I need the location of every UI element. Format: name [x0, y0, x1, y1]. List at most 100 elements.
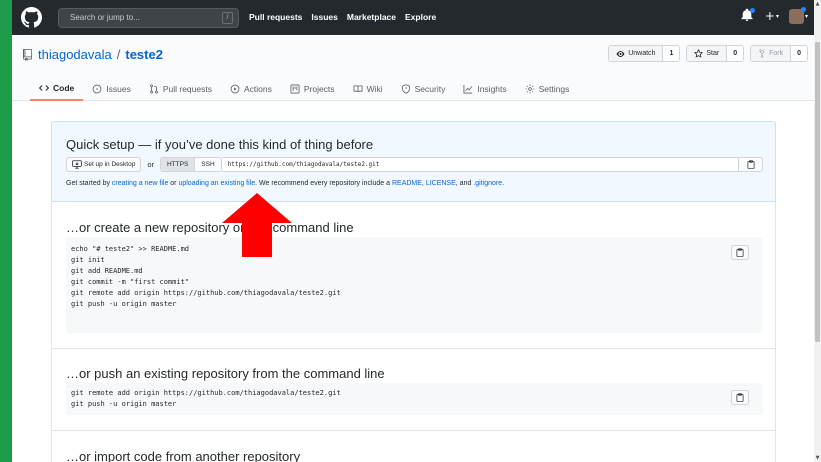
notifications-bell-icon[interactable] [741, 8, 755, 24]
tab-pull-requests-label: Pull requests [162, 84, 212, 94]
create-repo-section: …or create a new repository on the comma… [51, 202, 776, 349]
chevron-down-icon: ▾ [804, 12, 808, 20]
tab-code[interactable]: Code [30, 77, 84, 101]
fork-icon [759, 49, 765, 58]
tab-issues[interactable]: Issues [83, 77, 140, 101]
create-repo-title: …or create a new repository on the comma… [66, 220, 354, 235]
or-text: or [147, 159, 154, 169]
tab-actions[interactable]: Actions [221, 77, 281, 101]
code-line: echo "# teste2" >> README.md [71, 245, 190, 253]
tab-insights[interactable]: Insights [454, 77, 515, 101]
create-new-menu[interactable]: + ▾ [765, 9, 779, 23]
watch-count[interactable]: 1 [663, 46, 680, 61]
nav-pull-requests[interactable]: Pull requests [249, 12, 302, 22]
uploading-existing-file-link[interactable]: uploading an existing file [178, 180, 255, 187]
desktop-icon [72, 159, 82, 169]
eye-icon [616, 50, 625, 57]
notification-dot [749, 8, 755, 13]
tab-insights-label: Insights [477, 84, 507, 94]
graph-icon [463, 84, 473, 94]
tab-security[interactable]: Security [392, 77, 455, 101]
create-repo-code-block: echo "# teste2" >> README.md git init gi… [66, 237, 763, 333]
star-count[interactable]: 0 [727, 46, 744, 61]
fork-label: Fork [769, 50, 784, 57]
quick-setup-title: Quick setup — if you’ve done this kind o… [66, 137, 374, 152]
tab-projects-label: Projects [303, 84, 335, 94]
quick-setup-panel: Quick setup — if you’ve done this kind o… [51, 121, 776, 202]
push-existing-commands[interactable]: git remote add origin https://github.com… [71, 388, 341, 410]
code-line: git commit -m "first commit" [71, 278, 190, 286]
tab-code-label: Code [53, 83, 75, 93]
tab-actions-label: Actions [243, 84, 272, 94]
import-section: …or import code from another repository [51, 431, 776, 462]
unwatch-button[interactable]: Unwatch [609, 46, 664, 61]
tab-projects[interactable]: Projects [281, 77, 344, 101]
readme-link[interactable]: README [392, 180, 422, 187]
nav-marketplace[interactable]: Marketplace [347, 12, 396, 22]
scroll-up-icon[interactable]: ▲ [814, 1, 821, 7]
gear-icon [525, 84, 535, 94]
fork-button[interactable]: Fork [751, 46, 792, 61]
license-link[interactable]: LICENSE [426, 180, 456, 187]
repository-header: thiagodavala / teste2 Unwatch 1 Star 0 F… [12, 35, 814, 101]
https-toggle[interactable]: HTTPS [160, 157, 196, 171]
help-text-6: . [502, 180, 505, 187]
search-shortcut-key: / [222, 12, 233, 24]
copy-push-commands-button[interactable] [731, 390, 749, 405]
repo-title: thiagodavala / teste2 [22, 47, 163, 62]
fork-count[interactable]: 0 [791, 46, 807, 61]
clone-url-input[interactable]: https://github.com/thiagodavala/teste2.g… [221, 156, 739, 172]
protocol-toggle: HTTPS SSH [159, 156, 222, 172]
star-label: Star [706, 50, 720, 57]
scrollbar[interactable]: ▲ ▼ [814, 0, 821, 462]
push-existing-code-block: git remote add origin https://github.com… [66, 383, 763, 415]
star-button[interactable]: Star [687, 46, 728, 61]
create-repo-commands[interactable]: echo "# teste2" >> README.md git init gi… [71, 244, 341, 310]
tab-wiki-label: Wiki [366, 84, 383, 94]
help-text-2: or [168, 180, 179, 187]
clipboard-icon [747, 159, 754, 169]
search-input[interactable]: Search or jump to... / [58, 8, 239, 28]
star-button-group: Star 0 [686, 45, 745, 62]
tab-pull-requests[interactable]: Pull requests [140, 77, 221, 101]
star-icon [694, 49, 704, 58]
book-icon [353, 85, 363, 93]
tab-settings[interactable]: Settings [516, 77, 579, 101]
clipboard-icon [736, 393, 744, 402]
code-line: git add README.md [71, 267, 143, 275]
repo-tabs: Code Issues Pull requests Actions Projec… [30, 77, 578, 101]
nav-explore[interactable]: Explore [405, 12, 436, 22]
chevron-down-icon: ▾ [775, 12, 779, 20]
github-logo-icon[interactable] [21, 7, 42, 28]
push-existing-title: …or push an existing repository from the… [66, 366, 385, 381]
tab-wiki[interactable]: Wiki [344, 77, 392, 101]
nav-issues[interactable]: Issues [311, 12, 337, 22]
unwatch-button-group: Unwatch 1 [608, 45, 681, 62]
copy-create-commands-button[interactable] [731, 245, 749, 260]
repo-owner-link[interactable]: thiagodavala [38, 47, 112, 62]
header-actions: + ▾ ▾ [741, 6, 808, 24]
setup-in-desktop-button[interactable]: Set up in Desktop [66, 156, 142, 172]
copy-url-button[interactable] [739, 156, 763, 172]
clone-url-row: Set up in Desktop or HTTPS SSH https://g… [66, 156, 763, 172]
user-menu[interactable]: ▾ [788, 6, 808, 24]
help-text-5: , and [455, 180, 474, 187]
repo-name-link[interactable]: teste2 [125, 47, 163, 62]
code-icon [39, 85, 49, 91]
browser-viewport: Search or jump to... / Pull requests Iss… [12, 0, 814, 462]
code-line: git init [71, 256, 105, 264]
issue-icon [92, 84, 102, 94]
tab-settings-label: Settings [538, 84, 570, 94]
creating-new-file-link[interactable]: creating a new file [112, 180, 168, 187]
code-line: git remote add origin https://github.com… [71, 389, 341, 397]
repo-separator: / [116, 47, 121, 62]
tab-security-label: Security [414, 84, 446, 94]
gitignore-link[interactable]: .gitignore [473, 180, 502, 187]
help-text-3: . We recommend every repository include … [255, 180, 392, 187]
scrollbar-thumb[interactable] [815, 42, 820, 342]
push-existing-section: …or push an existing repository from the… [51, 349, 776, 431]
scroll-down-icon[interactable]: ▼ [814, 455, 821, 461]
ssh-toggle[interactable]: SSH [195, 157, 221, 171]
code-line: git push -u origin master [71, 400, 177, 408]
setup-in-desktop-label: Set up in Desktop [84, 160, 136, 168]
